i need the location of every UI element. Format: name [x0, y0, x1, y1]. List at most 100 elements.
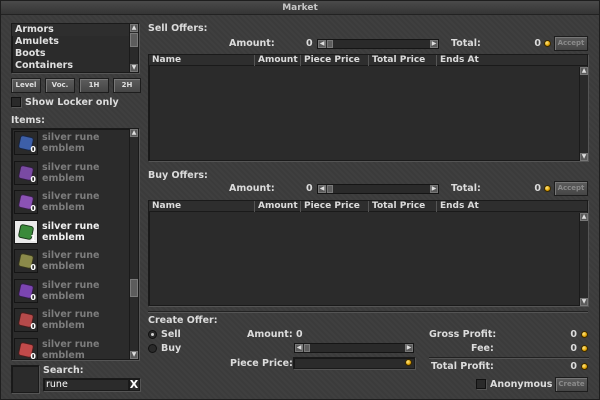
- item-count: 0: [30, 292, 36, 302]
- rune-emblem-icon: 0: [14, 131, 38, 155]
- item-row[interactable]: 1 silver rune emblem: [12, 218, 138, 248]
- buy-amount-slider[interactable]: ◀ ▶: [317, 184, 439, 194]
- buy-total-value: 0: [534, 183, 541, 194]
- slider-right-icon[interactable]: ▶: [405, 344, 413, 352]
- item-row[interactable]: 0 silver rune emblem: [12, 188, 138, 218]
- category-scroll-thumb[interactable]: [130, 33, 138, 47]
- create-offer-label: Create Offer:: [148, 315, 218, 326]
- scroll-up-icon[interactable]: ▲: [580, 67, 588, 75]
- items-scroll-thumb[interactable]: [130, 279, 138, 297]
- item-count: 0: [30, 351, 36, 360]
- gold-coin-icon: [544, 40, 551, 47]
- rune-emblem-icon: 0: [14, 160, 38, 185]
- slider-left-icon[interactable]: ◀: [295, 344, 303, 352]
- buy-table-header: Name Amount Piece Price Total Price Ends…: [148, 200, 588, 212]
- sell-amount-slider[interactable]: ◀ ▶: [317, 39, 439, 49]
- category-item-containers[interactable]: Containers: [12, 60, 138, 72]
- column-header-name[interactable]: Name: [149, 201, 255, 212]
- item-row[interactable]: 0 silver rune emblem: [12, 306, 138, 336]
- piece-price-input[interactable]: [293, 357, 415, 369]
- column-header-piece-price[interactable]: Piece Price: [301, 201, 369, 212]
- search-input[interactable]: rune: [43, 378, 129, 391]
- category-item-armors[interactable]: Armors: [12, 24, 138, 36]
- category-scrollbar[interactable]: ▲ ▼: [129, 24, 138, 72]
- scroll-down-icon[interactable]: ▼: [130, 64, 138, 72]
- buy-accept-button[interactable]: Accept: [554, 181, 588, 196]
- sell-total-value: 0: [534, 38, 541, 49]
- buy-offers-label: Buy Offers:: [148, 170, 208, 181]
- buy-table-scrollbar[interactable]: ▲ ▼: [579, 213, 588, 306]
- item-preview-slot: [11, 365, 39, 393]
- level-filter-button[interactable]: Level: [11, 78, 41, 93]
- anonymous-checkbox[interactable]: [476, 379, 486, 389]
- gold-coin-icon: [581, 331, 588, 338]
- show-locker-label: Show Locker only: [25, 97, 119, 108]
- create-button[interactable]: Create: [555, 377, 588, 392]
- column-header-amount[interactable]: Amount: [255, 201, 301, 212]
- buy-radio-label: Buy: [161, 343, 182, 354]
- item-count: 0: [30, 204, 36, 213]
- items-label: Items:: [11, 115, 45, 126]
- column-header-piece-price[interactable]: Piece Price: [301, 55, 369, 66]
- item-name: silver rune emblem: [42, 279, 100, 302]
- column-header-total-price[interactable]: Total Price: [369, 55, 437, 66]
- create-amount-slider[interactable]: ◀ ▶: [294, 343, 414, 353]
- sell-accept-button[interactable]: Accept: [554, 36, 588, 51]
- slider-left-icon[interactable]: ◀: [318, 185, 326, 193]
- item-row[interactable]: 0 silver rune emblem: [12, 277, 138, 307]
- buy-radio[interactable]: [148, 344, 157, 353]
- buy-offers-table[interactable]: Name Amount Piece Price Total Price Ends…: [148, 200, 588, 306]
- show-locker-checkbox[interactable]: [11, 97, 21, 107]
- items-list[interactable]: 0 silver rune emblem 0 silver rune emblem 0 s…: [11, 128, 139, 360]
- one-hand-filter-button[interactable]: 1H: [79, 78, 109, 93]
- search-label: Search:: [43, 365, 84, 376]
- scroll-up-icon[interactable]: ▲: [130, 24, 138, 32]
- item-row[interactable]: 0 silver rune emblem: [12, 247, 138, 277]
- buy-amount-label: Amount:: [229, 183, 275, 194]
- gold-coin-icon: [405, 359, 412, 366]
- rune-emblem-icon: 0: [14, 249, 38, 273]
- scroll-up-icon[interactable]: ▲: [130, 129, 138, 137]
- sell-radio[interactable]: [148, 330, 157, 339]
- slider-right-icon[interactable]: ▶: [430, 40, 438, 48]
- search-clear-icon[interactable]: X: [128, 378, 140, 391]
- sell-offers-table[interactable]: Name Amount Piece Price Total Price Ends…: [148, 54, 588, 161]
- sell-radio-label: Sell: [161, 329, 181, 340]
- column-header-ends-at[interactable]: Ends At: [437, 55, 577, 66]
- scroll-down-icon[interactable]: ▼: [580, 298, 588, 306]
- create-amount-value: 0: [296, 329, 303, 340]
- column-header-ends-at[interactable]: Ends At: [437, 201, 577, 212]
- gold-coin-icon: [581, 345, 588, 352]
- total-profit-value: 0: [570, 361, 577, 372]
- item-count: 0: [30, 174, 36, 184]
- gross-profit-label: Gross Profit:: [429, 329, 497, 340]
- item-name: silver rune emblem: [42, 132, 100, 154]
- sell-table-scrollbar[interactable]: ▲ ▼: [579, 67, 588, 161]
- scroll-down-icon[interactable]: ▼: [580, 153, 588, 161]
- slider-left-icon[interactable]: ◀: [318, 40, 326, 48]
- create-amount-thumb[interactable]: [304, 344, 310, 352]
- two-hand-filter-button[interactable]: 2H: [113, 78, 141, 93]
- item-name: silver rune emblem: [42, 191, 100, 213]
- category-list[interactable]: Armors Amulets Boots Containers ▲ ▼: [11, 23, 139, 73]
- item-row[interactable]: 0 silver rune emblem: [12, 129, 138, 159]
- slider-right-icon[interactable]: ▶: [430, 185, 438, 193]
- scroll-down-icon[interactable]: ▼: [130, 351, 138, 359]
- scroll-up-icon[interactable]: ▲: [580, 213, 588, 221]
- buy-table-frame: [148, 200, 588, 306]
- category-item-amulets[interactable]: Amulets: [12, 36, 138, 48]
- column-header-total-price[interactable]: Total Price: [369, 201, 437, 212]
- column-header-amount[interactable]: Amount: [255, 55, 301, 66]
- category-item-boots[interactable]: Boots: [12, 48, 138, 60]
- sell-total-label: Total:: [451, 38, 481, 49]
- item-row[interactable]: 0 silver rune emblem: [12, 336, 138, 360]
- item-count: 0: [30, 145, 36, 154]
- item-name: silver rune emblem: [42, 309, 100, 331]
- buy-amount-thumb[interactable]: [327, 185, 333, 193]
- column-header-name[interactable]: Name: [149, 55, 255, 66]
- item-row[interactable]: 0 silver rune emblem: [12, 159, 138, 189]
- sell-amount-thumb[interactable]: [327, 40, 333, 48]
- items-scrollbar[interactable]: ▲ ▼: [129, 129, 138, 359]
- vocation-filter-button[interactable]: Voc.: [45, 78, 75, 93]
- sell-offers-label: Sell Offers:: [148, 23, 208, 34]
